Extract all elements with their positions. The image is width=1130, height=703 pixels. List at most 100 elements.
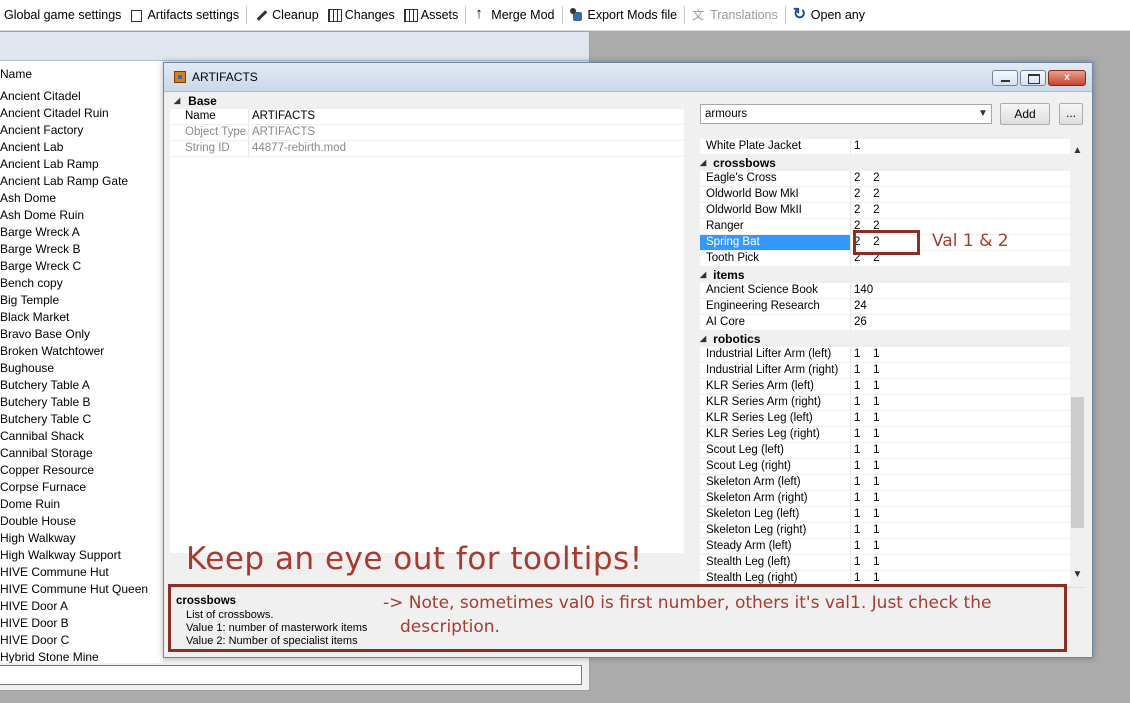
assets-button[interactable]: Assets	[399, 3, 463, 27]
list-item[interactable]: HIVE Commune Hut	[0, 564, 163, 581]
category-robotics[interactable]: ◢ robotics	[700, 331, 1070, 347]
list-item[interactable]: Ash Dome Ruin	[0, 207, 163, 224]
close-button[interactable]: x	[1048, 70, 1086, 86]
property-row[interactable]: Skeleton Leg (right) 1 1	[700, 523, 1070, 539]
property-row[interactable]: KLR Series Leg (right) 1 1	[700, 427, 1070, 443]
property-row[interactable]: Industrial Lifter Arm (left) 1 1	[700, 347, 1070, 363]
list-item[interactable]: HIVE Door A	[0, 598, 163, 615]
add-button[interactable]: Add	[1000, 103, 1050, 125]
list-item[interactable]: Double House	[0, 513, 163, 530]
list-item[interactable]: Black Market	[0, 309, 163, 326]
minimize-button[interactable]	[992, 70, 1018, 86]
annotation-note-line2: description.	[400, 617, 500, 637]
object-list-items: Ancient Citadel Ancient Citadel Ruin Ancie…	[0, 88, 163, 663]
property-row[interactable]: Engineering Research 24	[700, 299, 1070, 315]
property-row[interactable]: Industrial Lifter Arm (right) 1 1	[700, 363, 1070, 379]
base-property-grid[interactable]: ◢ Base Name ARTIFACTS Object Type ARTIFAC…	[170, 93, 684, 553]
maximize-button[interactable]	[1020, 70, 1046, 86]
property-row[interactable]: Oldworld Bow MkI 2 2	[700, 187, 1070, 203]
vertical-scrollbar[interactable]: ▲ ▼	[1070, 139, 1085, 585]
list-item[interactable]: Ancient Factory	[0, 122, 163, 139]
object-list[interactable]: Name Ancient Citadel Ancient Citadel Ruin…	[0, 61, 163, 663]
collapse-triangle-icon[interactable]: ◢	[700, 331, 706, 347]
property-row[interactable]: AI Core 26	[700, 315, 1070, 331]
category-base[interactable]: ◢ Base	[170, 93, 684, 109]
list-item[interactable]: Broken Watchtower	[0, 343, 163, 360]
property-row[interactable]: Skeleton Arm (right) 1 1	[700, 491, 1070, 507]
list-item[interactable]: Ancient Lab Ramp Gate	[0, 173, 163, 190]
filter-input[interactable]	[0, 665, 582, 685]
property-row[interactable]: Stealth Leg (left) 1 1	[700, 555, 1070, 571]
scroll-thumb[interactable]	[1071, 397, 1084, 528]
property-row[interactable]: KLR Series Leg (left) 1 1	[700, 411, 1070, 427]
property-row[interactable]: Eagle's Cross 2 2	[700, 171, 1070, 187]
list-item[interactable]: Cannibal Shack	[0, 428, 163, 445]
list-item[interactable]: Ash Dome	[0, 190, 163, 207]
property-row[interactable]: Stealth Leg (right) 1 1	[700, 571, 1070, 585]
list-item[interactable]: Hybrid Stone Mine	[0, 649, 163, 663]
list-item[interactable]: Ancient Lab	[0, 139, 163, 156]
open-any-button[interactable]: Open any	[789, 3, 869, 27]
collapse-triangle-icon[interactable]: ◢	[700, 267, 706, 283]
list-item[interactable]: Butchery Table A	[0, 377, 163, 394]
property-row[interactable]: Ancient Science Book 140	[700, 283, 1070, 299]
scroll-down-icon[interactable]: ▼	[1070, 567, 1085, 583]
list-item[interactable]: Bughouse	[0, 360, 163, 377]
list-item[interactable]: Bravo Base Only	[0, 326, 163, 343]
annotation-note-line1: -> Note, sometimes val0 is first number,…	[383, 593, 992, 613]
category-crossbows[interactable]: ◢ crossbows	[700, 155, 1070, 171]
dialog-titlebar[interactable]: ARTIFACTS x	[164, 63, 1092, 92]
property-row[interactable]: Skeleton Leg (left) 1 1	[700, 507, 1070, 523]
collapse-triangle-icon[interactable]: ◢	[174, 93, 180, 109]
collapse-triangle-icon[interactable]: ◢	[700, 155, 706, 171]
property-row[interactable]: KLR Series Arm (right) 1 1	[700, 395, 1070, 411]
property-row[interactable]: Oldworld Bow MkII 2 2	[700, 203, 1070, 219]
list-item[interactable]: Cannibal Storage	[0, 445, 163, 462]
changes-button[interactable]: Changes	[323, 3, 399, 27]
list-item[interactable]: Barge Wreck A	[0, 224, 163, 241]
list-item[interactable]: Corpse Furnace	[0, 479, 163, 496]
property-row[interactable]: KLR Series Arm (left) 1 1	[700, 379, 1070, 395]
property-row[interactable]: Skeleton Arm (left) 1 1	[700, 475, 1070, 491]
list-item[interactable]: HIVE Door B	[0, 615, 163, 632]
export-mods-file-button[interactable]: Export Mods file	[566, 3, 682, 27]
list-item[interactable]: HIVE Commune Hut Queen	[0, 581, 163, 598]
list-item[interactable]: Big Temple	[0, 292, 163, 309]
chevron-down-icon[interactable]: ▼	[975, 105, 991, 123]
merge-mod-button[interactable]: Merge Mod	[469, 3, 558, 27]
object-list-header[interactable]: Name	[0, 61, 163, 88]
property-row-string-id[interactable]: String ID 44877-rebirth.mod	[170, 141, 684, 157]
merge-icon	[473, 5, 487, 22]
list-item[interactable]: Barge Wreck B	[0, 241, 163, 258]
category-combobox[interactable]: armours ▼	[700, 104, 992, 124]
property-row-object-type[interactable]: Object Type ARTIFACTS	[170, 125, 684, 141]
global-game-settings-button[interactable]: Global game settings	[0, 3, 125, 27]
property-row-name[interactable]: Name ARTIFACTS	[170, 109, 684, 125]
translations-button[interactable]: Translations	[688, 3, 782, 27]
list-item[interactable]: Dome Ruin	[0, 496, 163, 513]
list-item[interactable]: High Walkway Support	[0, 547, 163, 564]
category-items[interactable]: ◢ items	[700, 267, 1070, 283]
artifacts-settings-button[interactable]: Artifacts settings	[125, 3, 243, 27]
dialog-title: ARTIFACTS	[192, 70, 258, 84]
toolbar-separator	[246, 6, 248, 24]
list-item[interactable]: High Walkway	[0, 530, 163, 547]
annotation-tooltips-note: Keep an eye out for tooltips!	[186, 541, 643, 577]
artifacts-property-grid[interactable]: White Plate Jacket 1 ◢ crossbows Eagle's Cro…	[700, 139, 1070, 585]
list-item[interactable]: Copper Resource	[0, 462, 163, 479]
list-item[interactable]: Butchery Table C	[0, 411, 163, 428]
list-item[interactable]: Bench copy	[0, 275, 163, 292]
list-item[interactable]: Barge Wreck C	[0, 258, 163, 275]
list-item[interactable]: Ancient Lab Ramp	[0, 156, 163, 173]
property-row[interactable]: White Plate Jacket 1	[700, 139, 1070, 155]
property-row[interactable]: Steady Arm (left) 1 1	[700, 539, 1070, 555]
more-button[interactable]: ...	[1059, 103, 1083, 125]
cleanup-button[interactable]: Cleanup	[250, 3, 323, 27]
list-item[interactable]: Butchery Table B	[0, 394, 163, 411]
list-item[interactable]: HIVE Door C	[0, 632, 163, 649]
property-row[interactable]: Scout Leg (right) 1 1	[700, 459, 1070, 475]
list-item[interactable]: Ancient Citadel	[0, 88, 163, 105]
scroll-up-icon[interactable]: ▲	[1070, 143, 1085, 159]
property-row[interactable]: Scout Leg (left) 1 1	[700, 443, 1070, 459]
list-item[interactable]: Ancient Citadel Ruin	[0, 105, 163, 122]
